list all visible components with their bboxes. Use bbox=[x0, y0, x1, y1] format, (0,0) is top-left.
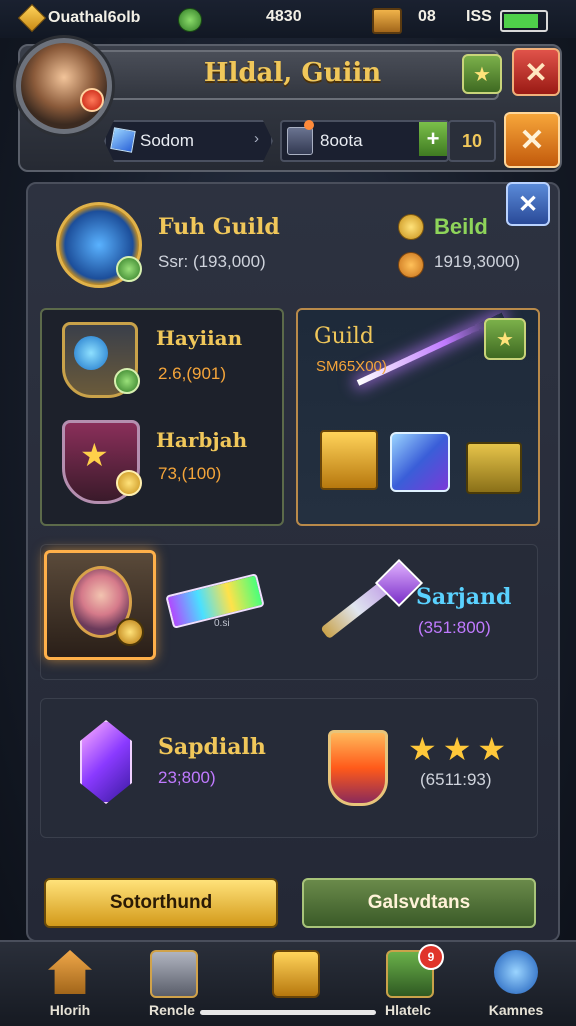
build-label: Beild bbox=[434, 214, 488, 239]
star-icon: ★ bbox=[80, 437, 109, 473]
green-currency[interactable] bbox=[178, 8, 202, 32]
close-icon: ✕ bbox=[524, 56, 548, 88]
app-label: Ouathal6olb bbox=[48, 9, 141, 26]
notification-dot-icon bbox=[80, 88, 104, 112]
status-bar: Ouathal6olb 4830 08 ISS bbox=[0, 0, 576, 38]
home-icon bbox=[48, 950, 92, 994]
member-badge-icon bbox=[114, 368, 140, 394]
chest-currency[interactable] bbox=[372, 8, 402, 34]
crystal-caption: 0.si bbox=[214, 618, 230, 629]
chest-icon bbox=[272, 950, 320, 998]
reward-name: Sarjand bbox=[416, 584, 512, 610]
center-value: 4830 bbox=[266, 8, 302, 25]
dismiss-button[interactable]: ✕ bbox=[504, 112, 560, 168]
treasure-chest-icon bbox=[372, 8, 402, 34]
primary-action-button[interactable]: Sotorthund bbox=[44, 878, 278, 928]
page-title: Hldal, Guiin bbox=[203, 58, 382, 88]
guild-favorite-button[interactable]: ★ bbox=[484, 318, 526, 360]
blue-cube-icon bbox=[110, 127, 136, 153]
hero-badge-icon bbox=[116, 618, 144, 646]
guild-card-value: SM65X00) bbox=[316, 358, 387, 375]
nav-label: Kamnes bbox=[488, 1002, 544, 1018]
close-icon: ✕ bbox=[517, 190, 539, 218]
emerald-icon bbox=[178, 8, 202, 32]
guild-name: Fuh Guild bbox=[158, 214, 280, 240]
gold-coin-icon bbox=[398, 214, 424, 240]
add-boost-button[interactable]: + bbox=[419, 122, 447, 156]
reward-value: 23;800) bbox=[158, 768, 216, 787]
battery-indicator bbox=[500, 10, 548, 32]
coin-badge-icon bbox=[116, 470, 142, 496]
player-avatar[interactable] bbox=[16, 38, 112, 134]
close-button[interactable]: ✕ bbox=[512, 48, 560, 96]
count-box: 10 bbox=[448, 120, 496, 162]
home-indicator[interactable] bbox=[200, 1010, 376, 1015]
helmet-icon bbox=[287, 127, 313, 155]
emblem-badge-icon bbox=[116, 256, 142, 282]
close-icon: ✕ bbox=[519, 123, 545, 157]
secondary-action-button[interactable]: Galsvdtans bbox=[302, 878, 536, 928]
rating-score: (6511:93) bbox=[420, 770, 492, 789]
guild-stat: Ssr: (193,000) bbox=[158, 252, 266, 271]
search-selector[interactable]: Sodom › bbox=[104, 120, 273, 162]
boost-label: 8oota bbox=[320, 131, 363, 150]
member-name: Hayiian bbox=[156, 326, 243, 350]
right-value: 08 bbox=[418, 8, 436, 25]
favorite-button[interactable]: ★ bbox=[462, 54, 502, 94]
search-label: Sodom bbox=[140, 131, 194, 150]
nav-item-home[interactable]: Hlorih bbox=[20, 944, 120, 1024]
gold-chest-icon bbox=[320, 430, 378, 490]
panel-close-button[interactable]: ✕ bbox=[506, 182, 550, 226]
star-icon: ★ bbox=[473, 63, 491, 86]
member-name: Harbjah bbox=[156, 428, 248, 452]
app-indicator: Ouathal6olb bbox=[17, 3, 141, 33]
blue-gem-icon bbox=[74, 336, 108, 370]
gold-gem-icon bbox=[17, 3, 47, 33]
bronze-coin-icon bbox=[398, 252, 424, 278]
reward-name: Sapdialh bbox=[158, 734, 266, 760]
reward-value: (351:800) bbox=[418, 618, 491, 637]
battery-icon bbox=[500, 10, 548, 32]
network-label: ISS bbox=[466, 8, 492, 25]
alert-dot-icon bbox=[304, 120, 314, 130]
rating-stars-icon: ★★★ bbox=[408, 731, 513, 767]
crystal-cube-icon bbox=[390, 432, 450, 492]
guild-card-title: Guild bbox=[314, 324, 374, 349]
fire-shield-icon bbox=[328, 730, 388, 806]
orb-icon bbox=[494, 950, 538, 994]
member-value: 73,(100) bbox=[158, 464, 222, 483]
star-icon: ★ bbox=[496, 328, 514, 351]
member-value: 2.6,(901) bbox=[158, 364, 227, 383]
forge-icon bbox=[150, 950, 198, 998]
nav-label: Hlorih bbox=[49, 1002, 91, 1018]
build-value: 1919,3000) bbox=[434, 252, 521, 271]
gold-box-icon bbox=[466, 442, 522, 494]
boost-selector[interactable]: 8oota + bbox=[280, 120, 449, 162]
nav-item-orb[interactable]: Kamnes bbox=[466, 944, 566, 1024]
chevron-right-icon: › bbox=[254, 130, 259, 147]
nav-badge: 9 bbox=[418, 944, 444, 970]
